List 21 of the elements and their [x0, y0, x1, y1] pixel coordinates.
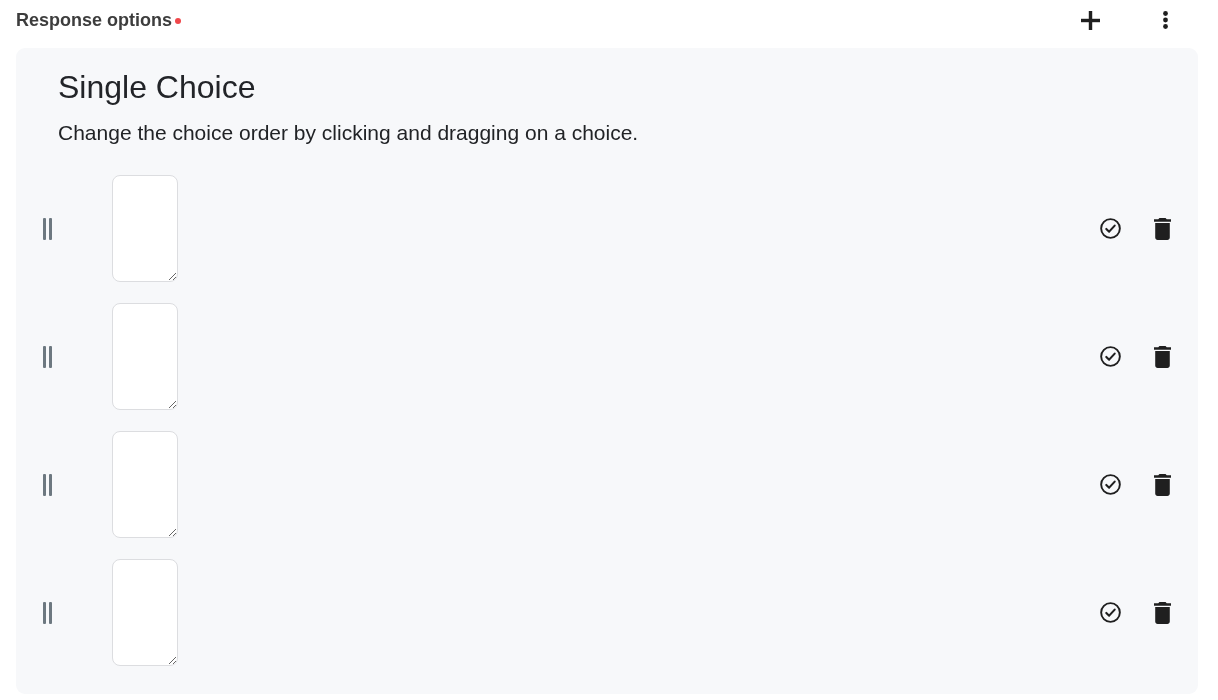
more-options-icon[interactable] — [1163, 11, 1168, 29]
choice-input-field[interactable] — [112, 559, 178, 666]
check-circle-icon[interactable] — [1100, 602, 1121, 623]
trash-icon[interactable] — [1154, 601, 1171, 624]
check-circle-icon[interactable] — [1100, 474, 1121, 495]
trash-icon[interactable] — [1154, 473, 1171, 496]
section-label: Response options — [16, 10, 172, 30]
check-circle-icon[interactable] — [1100, 346, 1121, 367]
trash-icon[interactable] — [1154, 217, 1171, 240]
choice-input-field[interactable] — [112, 431, 178, 538]
drag-handle-icon[interactable] — [43, 473, 52, 496]
choice-input-field[interactable] — [112, 175, 178, 282]
drag-handle-icon[interactable] — [43, 217, 52, 240]
plus-icon[interactable] — [1081, 11, 1100, 30]
check-circle-icon[interactable] — [1100, 218, 1121, 239]
panel-hint: Change the choice order by clicking and dragging on a choice. — [58, 120, 640, 146]
choice-input-field[interactable] — [112, 303, 178, 410]
drag-handle-icon[interactable] — [43, 601, 52, 624]
trash-icon[interactable] — [1154, 345, 1171, 368]
drag-handle-icon[interactable] — [43, 345, 52, 368]
panel-title: Single Choice — [58, 68, 257, 106]
